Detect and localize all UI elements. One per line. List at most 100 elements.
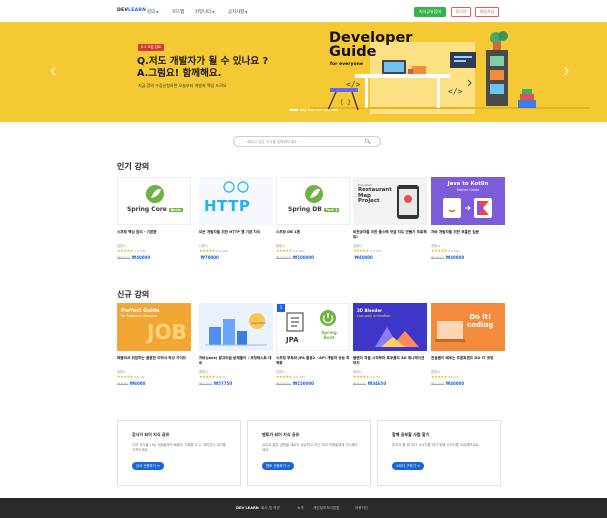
- chevron-down-icon: ▼: [156, 9, 159, 14]
- course-title[interactable]: 스프링 핵심 원리 - 기본편: [117, 230, 191, 235]
- thumb-label: Algorithm: [251, 321, 266, 325]
- carousel-indicator: [290, 109, 338, 111]
- course-title[interactable]: 전설쌤이 배우는 프론트엔드 DO IT 코딩: [431, 356, 505, 361]
- footer-logo[interactable]: DEV LEARN: [236, 506, 259, 510]
- course-thumbnail: Do it! coding: [431, 303, 505, 351]
- svg-text:{ }: { }: [340, 99, 351, 106]
- course-title[interactable]: 자바(Java) 알고리즘 문제풀이 : 코딩테스트 대비: [199, 356, 273, 365]
- course-title[interactable]: 블렌더 처음 시작부터 로우폴리 3D 애니메이션 까지: [353, 356, 427, 365]
- banner-title-line2: A.그럼요! 함께해요.: [137, 68, 222, 79]
- course-thumbnail: Spring DB Part 1: [276, 177, 350, 225]
- footer-link-company[interactable]: 회사 및 약관: [261, 506, 280, 511]
- star-icon: ★★★★★: [431, 248, 447, 253]
- nav-community[interactable]: 커뮤니티▼: [195, 9, 214, 15]
- promo-title: 멘토가 되어 지식 공유: [262, 432, 300, 437]
- course-title[interactable]: 퍼블리셔 취업하는 플롯한 이력서 작성 가이드: [117, 356, 191, 361]
- signup-button[interactable]: 회원가입: [475, 7, 499, 17]
- course-price: ₩48000 ₩40000: [431, 255, 465, 260]
- promo-description: 혼자서 할 때 보다 시너지를 내기 위해 스터디를 모집해보세요.: [392, 443, 480, 447]
- star-icon: ★★★★★: [276, 374, 292, 379]
- promo-box-instructor: 강사가 되어 지식 공유 나의 지식을 나눠 사람들에게 배움의 기회를 주고,…: [117, 420, 241, 486]
- star-icon: ★★★★★: [117, 248, 133, 253]
- thumb-label: Spring Boot: [321, 330, 337, 340]
- login-button[interactable]: 로그인: [451, 7, 471, 17]
- course-rating: ★★★★★4.9 (35): [117, 248, 146, 253]
- thumb-label: Restaurant Map Project: [358, 187, 392, 205]
- carousel-dot[interactable]: [290, 109, 298, 111]
- course-title[interactable]: 스프링 DB 1편: [276, 230, 350, 235]
- course-rating: ★★★★★4.9 (4): [117, 374, 144, 379]
- chevron-down-icon: ▼: [245, 9, 248, 14]
- nav-roadmap[interactable]: 로드맵: [172, 9, 184, 15]
- course-thumbnail: Perfect Guide for Publisher Resume JOB: [117, 303, 191, 351]
- instructor-apply-button[interactable]: 지식공유참여: [414, 7, 446, 17]
- footer-link-about[interactable]: 소개: [297, 506, 304, 511]
- star-icon: ★★★★★: [353, 248, 369, 253]
- carousel-dot[interactable]: [300, 109, 306, 111]
- thumb-label: 1: [277, 304, 285, 312]
- footer-link-privacy[interactable]: 개인정보처리방침: [313, 506, 339, 511]
- mentor-apply-button[interactable]: 멘토 신청하기 ➔: [262, 462, 294, 470]
- footer-link-terms[interactable]: 이용약관: [355, 506, 368, 511]
- course-thumbnail: Spring Core Basic: [117, 177, 191, 225]
- thumb-label: JOB: [147, 320, 187, 344]
- course-rating: ★★★★★4.9 (15): [353, 248, 382, 253]
- banner-guide-title: Developer Guide: [329, 30, 413, 60]
- logo-part2: LEARN: [128, 8, 147, 13]
- course-price: ₩120000 ₩150000: [276, 381, 314, 386]
- search-icon[interactable]: 🔍︎: [365, 139, 371, 145]
- star-icon: ★★★★★: [199, 248, 215, 253]
- course-search-bar[interactable]: 배우고 싶은 지식을 입력해보세요 🔍︎: [233, 136, 381, 147]
- svg-text:</>: </>: [448, 87, 463, 96]
- course-title[interactable]: 자바 개발자를 위한 코틀린 입문: [431, 230, 505, 235]
- spring-leaf-icon: [146, 185, 164, 203]
- banner-guide-title-line2: Guide: [329, 44, 377, 60]
- thumb-label: for Publisher Resume: [121, 314, 157, 318]
- nav-notice[interactable]: 공지사항▼: [228, 9, 247, 15]
- course-price: ₩88000 ₩40000: [117, 255, 151, 260]
- banner-subtitle: 지금 강의 수강신청하면 오늘부터 개발자 핵심 드려요: [138, 83, 227, 88]
- course-title[interactable]: 비전공자를 위한 풀스택 맛집 지도 만들기 프로젝트!: [353, 230, 427, 239]
- chevron-left-icon[interactable]: ❮: [50, 66, 57, 75]
- course-thumbnail: Java to Kotlin Starter Guide: [431, 177, 505, 225]
- carousel-dot[interactable]: [308, 109, 314, 111]
- nav-courses[interactable]: 강의▼: [147, 9, 158, 15]
- carousel-dot[interactable]: [324, 109, 330, 111]
- star-icon: ★★★★★: [199, 374, 215, 379]
- course-price: ₩120000 ₩100000: [276, 255, 314, 260]
- find-study-button[interactable]: 스터디 구하기 ➔: [392, 462, 424, 470]
- course-rating: ★★★★★4.9 (40): [431, 248, 460, 253]
- logo-part1: DEV: [117, 8, 129, 13]
- banner-title: Q.저도 개발자가 될 수 있나요 ? A.그럼요! 함께해요.: [137, 56, 268, 80]
- star-icon: ★★★★★: [276, 248, 292, 253]
- promo-box-mentor: 멘토가 되어 지식 공유 실무로 쌓은 경험을 새로이 공유하고 있는 여러 학…: [247, 420, 371, 486]
- carousel-dot[interactable]: [316, 109, 322, 111]
- footer: DEV LEARN 회사 및 약관 소개 개인정보처리방침 이용약관: [0, 498, 607, 518]
- chevron-down-icon: ▼: [212, 9, 215, 14]
- spring-leaf-icon: [305, 185, 323, 203]
- lowpoly-scene-illustration: [375, 327, 419, 347]
- nav-roadmap-label: 로드맵: [172, 9, 185, 15]
- hero-banner[interactable]: ❮ ❯ 6.4 오픈 완료 Q.저도 개발자가 될 수 있나요 ? A.그럼요!…: [0, 22, 607, 122]
- star-icon: ★★★★★: [117, 374, 133, 379]
- nav-courses-label: 강의: [147, 9, 156, 15]
- banner-badge: 6.4 오픈 완료: [138, 44, 165, 51]
- banner-guide-title-line1: Developer: [329, 30, 413, 46]
- site-logo[interactable]: DEVLEARN: [117, 8, 146, 13]
- course-rating: ★★★★★4.9 (5): [353, 374, 380, 379]
- thumb-label: HTTP: [204, 197, 251, 215]
- course-title[interactable]: 모든 개발자를 위한 HTTP 웹 기본 지식: [199, 230, 273, 235]
- carousel-dot[interactable]: [332, 109, 338, 111]
- course-title[interactable]: 스프링 부트와 JPA 활용2 - API 개발과 성능 최적화: [276, 356, 350, 365]
- star-icon: ★★★★★: [353, 374, 369, 379]
- phone-map-icon: [397, 185, 419, 219]
- algorithm-city-illustration: [205, 313, 267, 346]
- page: DEVLEARN 강의▼ 로드맵 커뮤니티▼ 공지사항▼ 지식공유참여 로그인 …: [0, 0, 607, 518]
- svg-text:</>: </>: [346, 80, 361, 89]
- thumb-label: Java to Kotlin: [447, 181, 489, 187]
- power-icon: [320, 310, 336, 326]
- instructor-apply-link-button[interactable]: 강사 신청하기 ➔: [132, 462, 164, 470]
- promo-box-study: 함께 공부할 사람 찾기 혼자서 할 때 보다 시너지를 내기 위해 스터디를 …: [377, 420, 501, 486]
- course-rating: ★★★★★4.9 (3): [431, 374, 458, 379]
- thumb-label: JPA: [286, 336, 299, 344]
